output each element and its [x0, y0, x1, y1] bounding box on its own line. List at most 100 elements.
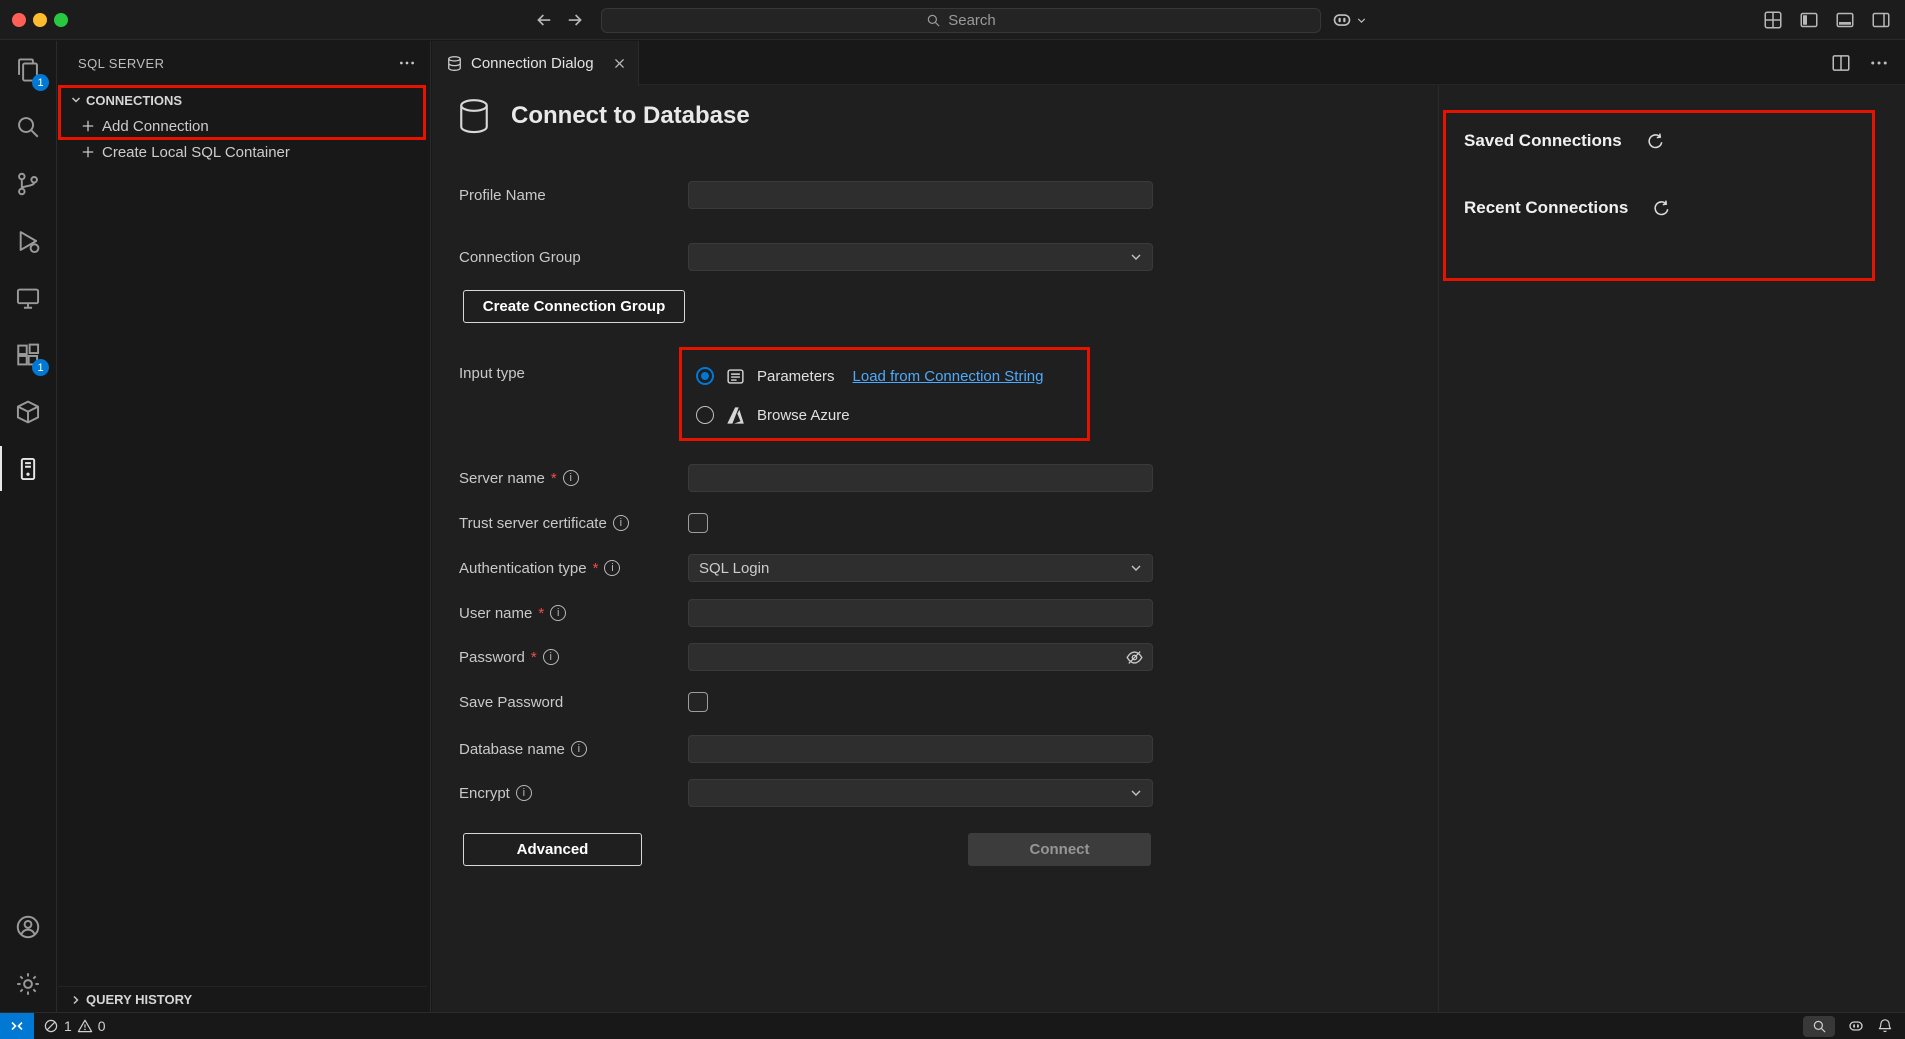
search-icon: [926, 13, 941, 28]
authentication-type-select[interactable]: SQL Login: [688, 554, 1153, 582]
activity-remote-explorer-button[interactable]: [0, 269, 56, 326]
input-type-label: Input type: [459, 365, 525, 382]
copilot-button[interactable]: [1332, 10, 1368, 30]
connection-group-label: Connection Group: [459, 249, 581, 266]
tab-bar: Connection Dialog: [432, 41, 1905, 85]
profile-name-input[interactable]: [688, 181, 1153, 209]
trust-server-certificate-info-icon[interactable]: [613, 515, 629, 531]
connections-section-header[interactable]: CONNECTIONS: [58, 87, 427, 113]
database-name-label: Database name: [459, 741, 565, 758]
editor-actions: [1831, 53, 1889, 73]
split-editor-button[interactable]: [1831, 53, 1851, 73]
saved-connections-label: Saved Connections: [1464, 131, 1622, 151]
maximize-window-button[interactable]: [54, 13, 68, 27]
profile-name-label: Profile Name: [459, 187, 546, 204]
toggle-primary-sidebar-button[interactable]: [1799, 10, 1819, 30]
sidebar-title: SQL SERVER: [78, 56, 398, 71]
advanced-button[interactable]: Advanced: [463, 833, 642, 866]
server-name-label: Server name: [459, 470, 545, 487]
add-connection-item[interactable]: Add Connection: [58, 113, 427, 139]
server-name-input[interactable]: [688, 464, 1153, 492]
authentication-type-value: SQL Login: [699, 560, 1128, 577]
azure-icon: [726, 406, 745, 425]
user-name-info-icon[interactable]: [550, 605, 566, 621]
search-box[interactable]: Search: [601, 8, 1321, 33]
save-password-label: Save Password: [459, 694, 563, 711]
required-marker: *: [551, 470, 557, 487]
save-password-checkbox[interactable]: [688, 692, 708, 712]
connection-dialog-tab-icon: [446, 55, 463, 72]
chevron-down-icon: [68, 92, 84, 108]
sidebar: SQL SERVER CONNECTIONS Add Connection Cr…: [58, 41, 431, 1012]
connection-dialog-pane: Connect to Database Profile Name Connect…: [432, 85, 1438, 1012]
activity-extensions-button[interactable]: 1: [0, 326, 56, 383]
tab-label: Connection Dialog: [471, 55, 603, 72]
password-info-icon[interactable]: [543, 649, 559, 665]
trust-server-certificate-label: Trust server certificate: [459, 515, 607, 532]
zoom-button[interactable]: [1803, 1016, 1835, 1037]
connection-group-select[interactable]: [688, 243, 1153, 271]
browse-azure-label: Browse Azure: [757, 407, 850, 424]
sidebar-header: SQL SERVER: [58, 51, 430, 75]
editor-more-actions-button[interactable]: [1869, 53, 1889, 73]
remote-indicator[interactable]: [0, 1013, 34, 1039]
activity-sql-server-button[interactable]: [0, 440, 56, 497]
notifications-button[interactable]: [1877, 1018, 1893, 1034]
encrypt-select[interactable]: [688, 779, 1153, 807]
create-local-sql-container-label: Create Local SQL Container: [102, 144, 290, 161]
warning-icon: [77, 1018, 93, 1034]
query-history-section-header[interactable]: QUERY HISTORY: [58, 986, 427, 1012]
required-marker: *: [531, 649, 537, 666]
load-from-connection-string-link[interactable]: Load from Connection String: [853, 368, 1044, 385]
authentication-type-info-icon[interactable]: [604, 560, 620, 576]
browse-azure-option-row: Browse Azure: [696, 400, 850, 430]
server-name-info-icon[interactable]: [563, 470, 579, 486]
encrypt-label: Encrypt: [459, 785, 510, 802]
connect-button[interactable]: Connect: [968, 833, 1151, 866]
database-name-input[interactable]: [688, 735, 1153, 763]
search-label: Search: [948, 12, 996, 29]
copilot-status-button[interactable]: [1848, 1018, 1864, 1034]
minimize-window-button[interactable]: [33, 13, 47, 27]
close-window-button[interactable]: [12, 13, 26, 27]
encrypt-info-icon[interactable]: [516, 785, 532, 801]
password-input[interactable]: [688, 643, 1153, 671]
tab-close-button[interactable]: [611, 55, 628, 72]
create-connection-group-button[interactable]: Create Connection Group: [463, 290, 685, 323]
toggle-panel-button[interactable]: [1835, 10, 1855, 30]
activity-run-debug-button[interactable]: [0, 212, 56, 269]
activity-search-button[interactable]: [0, 98, 56, 155]
create-local-sql-container-item[interactable]: Create Local SQL Container: [58, 139, 427, 165]
refresh-saved-connections-button[interactable]: [1646, 132, 1665, 151]
parameters-radio[interactable]: [696, 367, 714, 385]
warning-count: 0: [98, 1018, 106, 1034]
activity-explorer-button[interactable]: 1: [0, 41, 56, 98]
annotation-box-input-type: Parameters Load from Connection String B…: [679, 347, 1090, 441]
customize-layout-button[interactable]: [1763, 10, 1783, 30]
back-button[interactable]: [534, 10, 554, 30]
tab-connection-dialog[interactable]: Connection Dialog: [432, 41, 639, 86]
forward-button[interactable]: [565, 10, 585, 30]
browse-azure-radio[interactable]: [696, 406, 714, 424]
error-count: 1: [64, 1018, 72, 1034]
extensions-badge: 1: [32, 359, 49, 376]
error-icon: [43, 1018, 59, 1034]
sidebar-more-actions-button[interactable]: [398, 54, 416, 72]
toggle-secondary-sidebar-button[interactable]: [1871, 10, 1891, 30]
toggle-password-visibility-button[interactable]: [1125, 648, 1144, 667]
refresh-recent-connections-button[interactable]: [1652, 199, 1671, 218]
activity-source-control-button[interactable]: [0, 155, 56, 212]
connections-section-label: CONNECTIONS: [86, 93, 182, 108]
activity-accounts-button[interactable]: [0, 898, 56, 955]
trust-server-certificate-checkbox[interactable]: [688, 513, 708, 533]
explorer-badge: 1: [32, 74, 49, 91]
parameters-label: Parameters: [757, 368, 835, 385]
activity-database-projects-button[interactable]: [0, 383, 56, 440]
user-name-input[interactable]: [688, 599, 1153, 627]
connections-side-pane: Saved Connections Recent Connections: [1438, 85, 1905, 1012]
chevron-down-icon: [1128, 785, 1144, 801]
problems-button[interactable]: 1 0: [43, 1018, 106, 1034]
database-name-info-icon[interactable]: [571, 741, 587, 757]
dialog-title: Connect to Database: [511, 102, 750, 130]
activity-settings-button[interactable]: [0, 955, 56, 1012]
